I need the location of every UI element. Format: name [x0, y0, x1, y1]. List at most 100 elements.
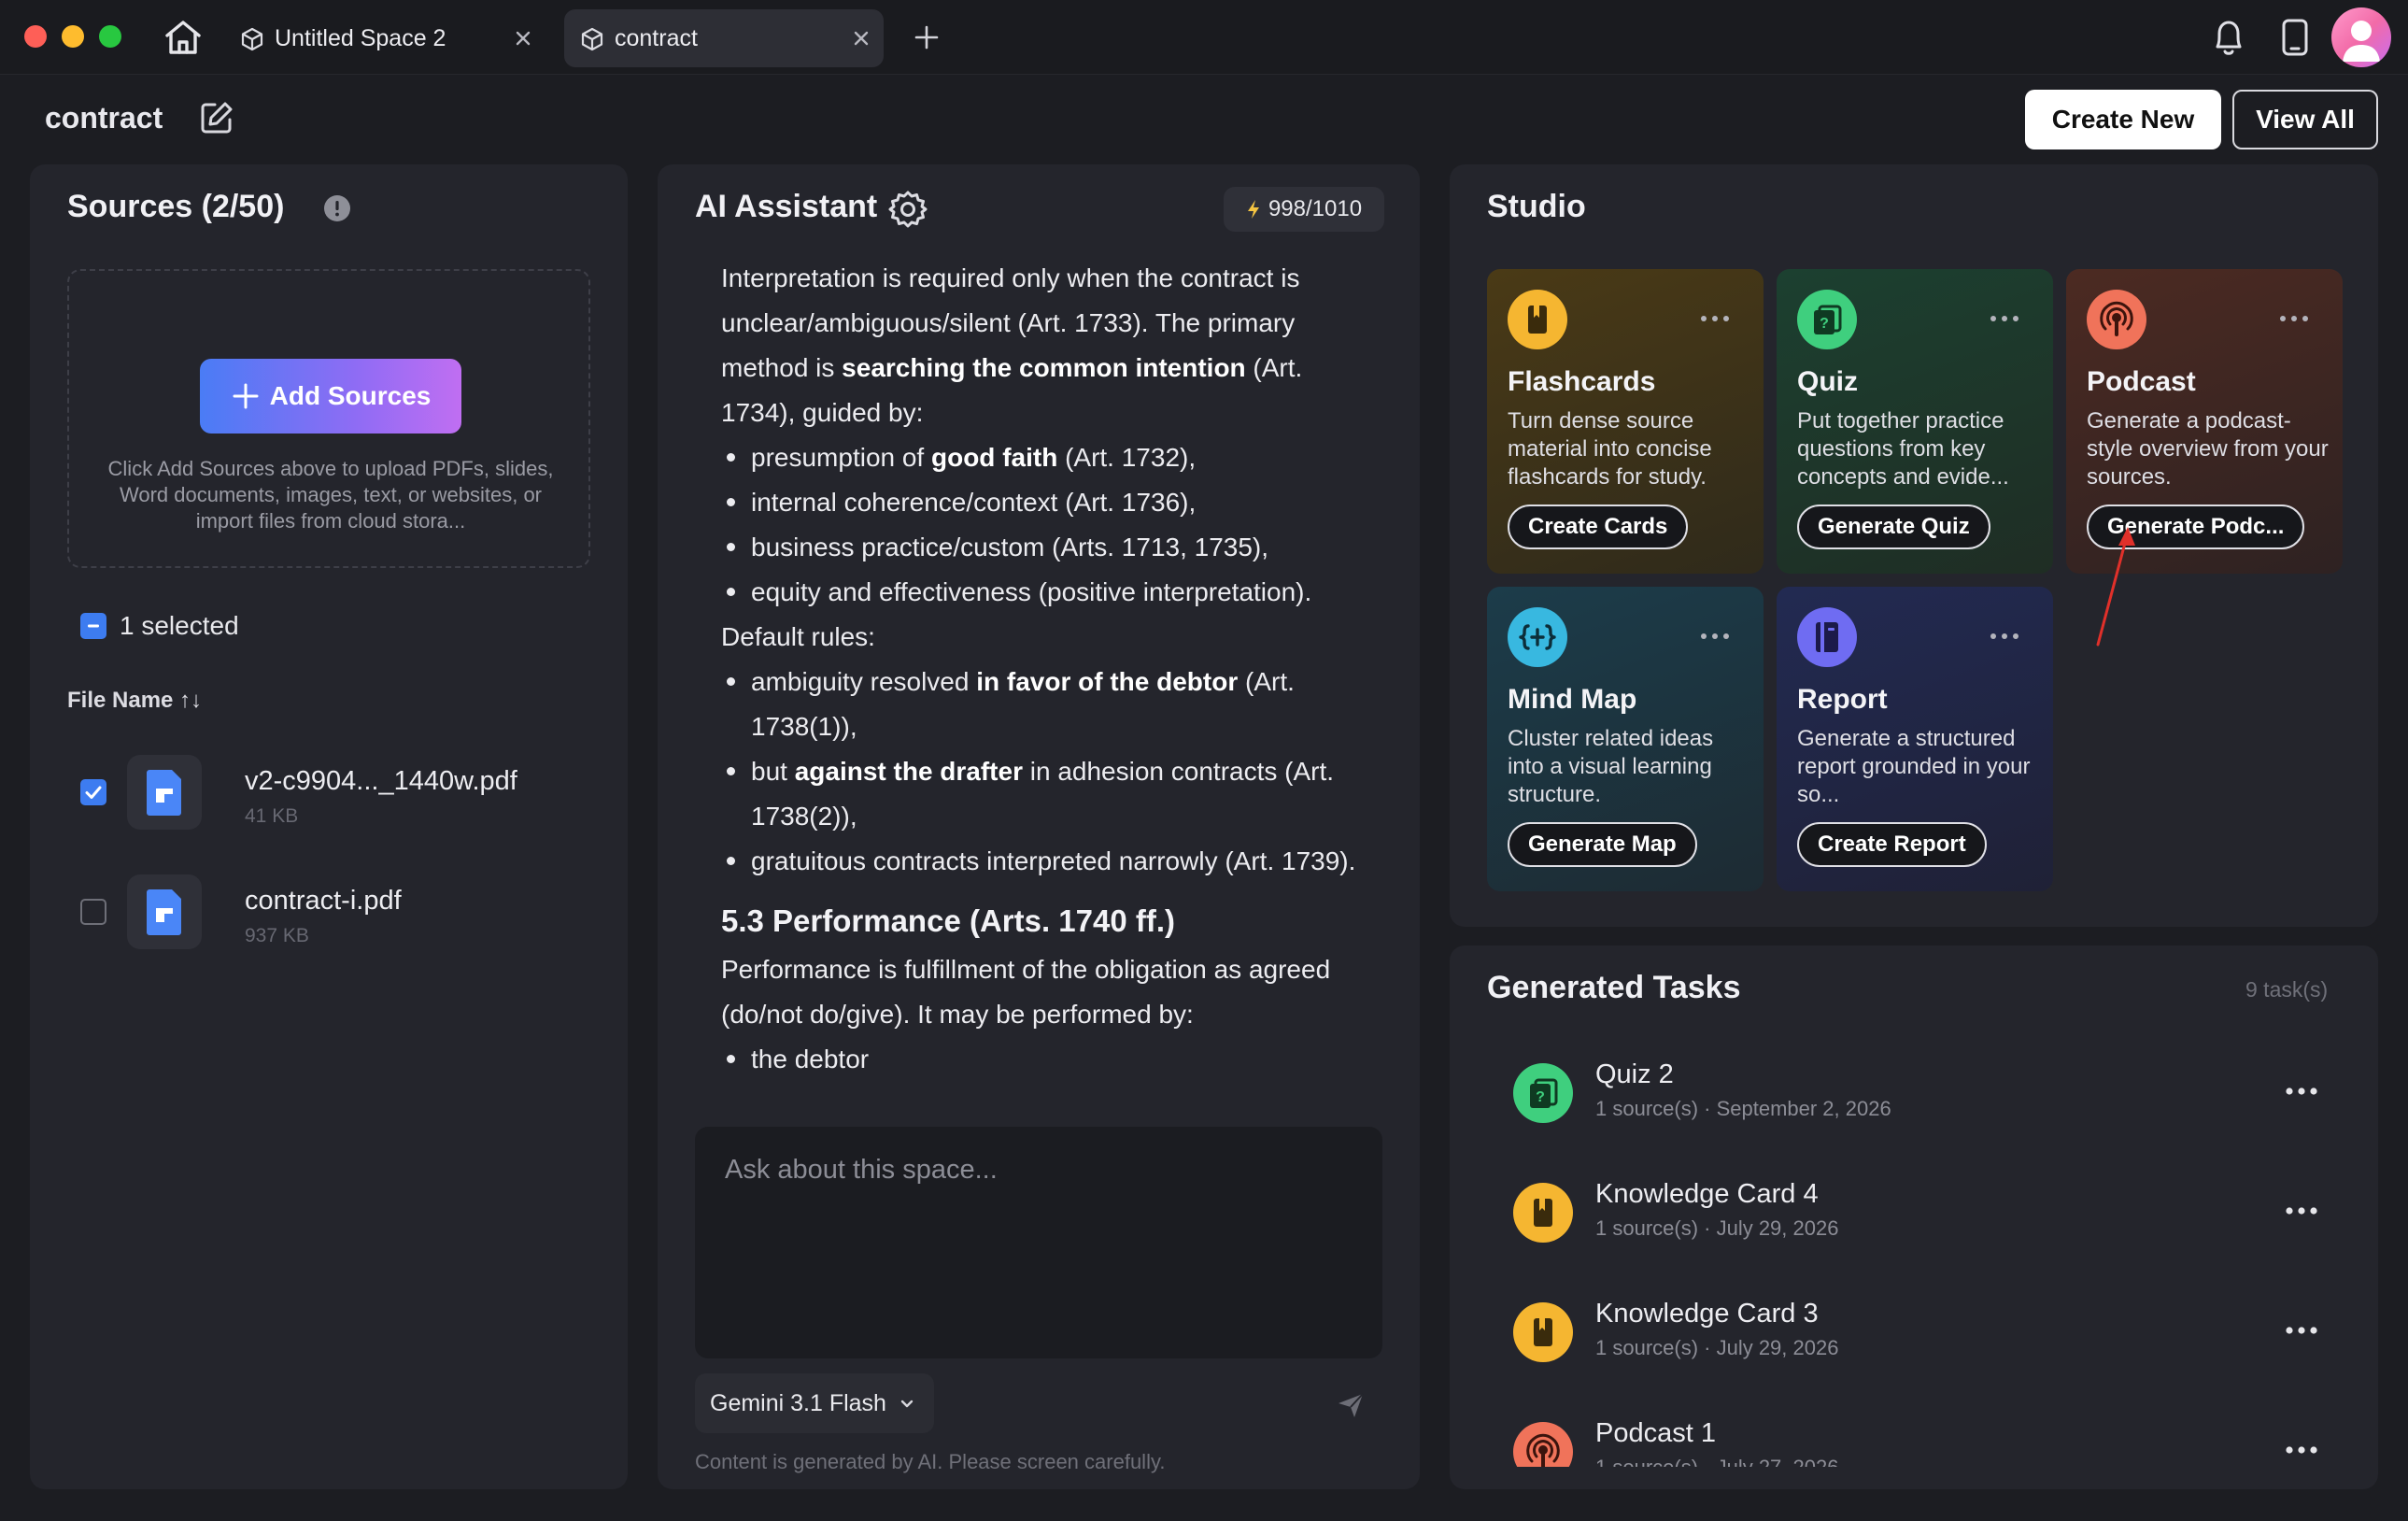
list-item: internal coherence/context (Art. 1736), [721, 480, 1375, 525]
send-icon[interactable] [1336, 1390, 1366, 1420]
cube-icon [239, 26, 265, 52]
file-checkbox[interactable] [80, 779, 106, 805]
maximize-window-button[interactable] [99, 25, 121, 48]
create-cards-button[interactable]: Create Cards [1508, 505, 1689, 549]
task-item[interactable]: Knowledge Card 3 1 source(s) · July 29, … [1450, 1274, 2378, 1394]
close-window-button[interactable] [24, 25, 47, 48]
card-title: Podcast [2087, 366, 2196, 397]
close-icon[interactable] [850, 27, 872, 50]
mindmap-icon [1508, 607, 1567, 667]
task-count: 9 task(s) [2245, 977, 2329, 1002]
task-item[interactable]: Podcast 1 1 source(s) · July 27, 2026 [1450, 1394, 2378, 1467]
upload-dropzone[interactable]: Add Sources Click Add Sources above to u… [67, 269, 590, 568]
task-meta: 1 source(s) · July 29, 2026 [1595, 1216, 1839, 1240]
info-icon[interactable] [323, 194, 351, 222]
quiz-card[interactable]: ? Quiz Put together practice questions f… [1777, 269, 2053, 574]
section-heading: 5.3 Performance (Arts. 1740 ff.) [721, 903, 1176, 938]
task-name: Podcast 1 [1595, 1418, 1716, 1448]
task-item[interactable]: ? Quiz 2 1 source(s) · September 2, 2026 [1450, 1035, 2378, 1155]
flashcards-card[interactable]: Flashcards Turn dense source material in… [1487, 269, 1764, 574]
list-item: equity and effectiveness (positive inter… [721, 570, 1375, 615]
more-icon[interactable] [1984, 622, 2025, 650]
quiz-icon: ? [1513, 1063, 1573, 1123]
lightning-icon [1246, 199, 1261, 220]
list-item: the debtor [721, 1037, 1375, 1082]
model-name: Gemini 3.1 Flash [710, 1389, 886, 1416]
ai-response: Interpretation is required only when the… [721, 256, 1375, 1201]
minimize-window-button[interactable] [62, 25, 84, 48]
default-rules-label: Default rules: [721, 622, 875, 651]
credits-value: 998/1010 [1268, 196, 1363, 221]
report-card[interactable]: Report Generate a structured report grou… [1777, 587, 2053, 891]
response-paragraph: Interpretation is required only when the… [721, 263, 1303, 427]
report-icon [1797, 607, 1857, 667]
title-bar: Untitled Space 2 contract [0, 0, 2408, 75]
more-icon[interactable] [2281, 1439, 2322, 1461]
bell-icon[interactable] [2210, 17, 2247, 58]
performer-list: the debtor [721, 1037, 1375, 1082]
tablet-icon[interactable] [2277, 17, 2313, 58]
selected-count: 1 selected [120, 611, 239, 640]
studio-title: Studio [1487, 189, 1586, 224]
view-all-button[interactable]: View All [2232, 90, 2378, 149]
chevron-down-icon [898, 1394, 916, 1413]
task-meta: 1 source(s) · July 27, 2026 [1595, 1456, 1838, 1467]
chat-input[interactable]: Ask about this space... [695, 1127, 1382, 1358]
card-description: Generate a structured report grounded in… [1797, 726, 2031, 807]
annotation-arrow [2096, 527, 2135, 647]
model-select[interactable]: Gemini 3.1 Flash [695, 1373, 934, 1433]
home-icon[interactable] [161, 15, 205, 60]
card-title: Report [1797, 684, 1888, 715]
close-icon[interactable] [512, 27, 534, 50]
select-all-checkbox[interactable] [80, 613, 106, 639]
more-icon[interactable] [2273, 305, 2315, 333]
task-meta: 1 source(s) · July 29, 2026 [1595, 1336, 1839, 1359]
chat-input-placeholder: Ask about this space... [725, 1155, 998, 1185]
card-description: Generate a podcast-style overview from y… [2087, 408, 2329, 490]
flashcards-icon [1508, 290, 1567, 349]
generate-map-button[interactable]: Generate Map [1508, 822, 1697, 867]
ai-disclaimer: Content is generated by AI. Please scree… [695, 1450, 1166, 1473]
document-icon [127, 874, 202, 949]
card-description: Cluster related ideas into a visual lear… [1508, 726, 1714, 807]
svg-text:?: ? [1536, 1089, 1545, 1105]
file-size: 41 KB [245, 805, 299, 827]
mindmap-card[interactable]: Mind Map Cluster related ideas into a vi… [1487, 587, 1764, 891]
task-name: Knowledge Card 3 [1595, 1299, 1819, 1329]
more-icon[interactable] [2281, 1319, 2322, 1342]
plus-icon [231, 381, 261, 411]
generate-quiz-button[interactable]: Generate Quiz [1797, 505, 1990, 549]
task-item[interactable]: Knowledge Card 4 1 source(s) · July 29, … [1450, 1155, 2378, 1274]
more-icon[interactable] [1984, 305, 2025, 333]
more-icon[interactable] [2281, 1200, 2322, 1222]
svg-text:?: ? [1820, 316, 1829, 332]
create-new-button[interactable]: Create New [2025, 90, 2221, 149]
task-list: ? Quiz 2 1 source(s) · September 2, 2026… [1450, 1035, 2378, 1467]
tab-contract[interactable]: contract [564, 9, 884, 67]
new-tab-plus-icon[interactable] [912, 22, 942, 52]
studio-panel: Studio Flashcards Turn dense source mate… [1450, 164, 2378, 927]
sources-title: Sources (2/50) [67, 189, 285, 224]
gear-icon[interactable] [887, 189, 928, 230]
file-checkbox[interactable] [80, 899, 106, 925]
document-icon [127, 755, 202, 830]
generated-tasks-panel: Generated Tasks 9 task(s) ? Quiz 2 1 sou… [1450, 945, 2378, 1489]
card-title: Mind Map [1508, 684, 1637, 715]
file-name-sort-header[interactable]: File Name ↑↓ [67, 688, 202, 714]
cube-icon [579, 26, 605, 52]
file-name: v2-c9904..._1440w.pdf [245, 766, 517, 796]
avatar[interactable] [2331, 7, 2391, 67]
create-report-button[interactable]: Create Report [1797, 822, 1987, 867]
task-name: Knowledge Card 4 [1595, 1179, 1819, 1209]
more-icon[interactable] [1694, 622, 1735, 650]
card-description: Put together practice questions from key… [1797, 408, 2009, 490]
file-row[interactable]: v2-c9904..._1440w.pdf 41 KB [67, 746, 590, 839]
add-sources-button[interactable]: Add Sources [200, 359, 461, 434]
file-row[interactable]: contract-i.pdf 937 KB [67, 865, 590, 959]
file-size: 937 KB [245, 925, 309, 946]
more-icon[interactable] [1694, 305, 1735, 333]
more-icon[interactable] [2281, 1080, 2322, 1102]
tab-untitled-space-2[interactable]: Untitled Space 2 [224, 9, 547, 67]
edit-icon[interactable] [198, 99, 235, 136]
tab-label: contract [615, 25, 698, 51]
